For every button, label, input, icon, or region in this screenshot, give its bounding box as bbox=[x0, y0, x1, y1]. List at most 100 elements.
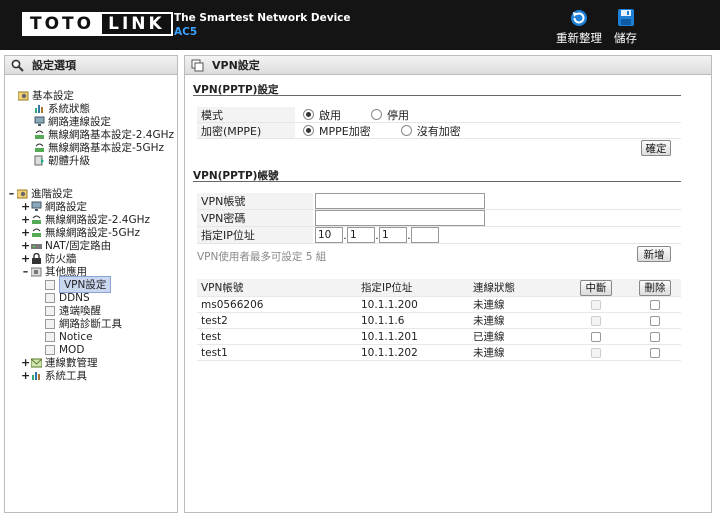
settings-folder-icon bbox=[18, 91, 29, 101]
main-header: VPN設定 bbox=[185, 56, 711, 75]
password-label: VPN密碼 bbox=[197, 210, 313, 226]
tree-item-notice[interactable]: Notice bbox=[45, 330, 93, 343]
mode-enable-radio[interactable]: 啟用 bbox=[303, 107, 341, 123]
wireless-icon bbox=[35, 143, 44, 152]
radio-selected[interactable] bbox=[303, 109, 314, 120]
bar-chart-icon bbox=[35, 105, 43, 113]
ip-octet-4[interactable] bbox=[411, 227, 439, 243]
refresh-label: 重新整理 bbox=[556, 31, 602, 45]
save-disk-icon bbox=[617, 9, 634, 26]
sidebar-title: 設定選項 bbox=[32, 59, 76, 72]
account-form: VPN帳號 VPN密碼 指定IP位址 10. 1. 1. bbox=[197, 193, 681, 244]
radio-selected[interactable] bbox=[303, 125, 314, 136]
expand-toggle[interactable]: + bbox=[21, 226, 30, 239]
max-users-note: VPN使用者最多可設定 5 組 bbox=[197, 251, 327, 263]
vpn-account-input[interactable] bbox=[315, 193, 485, 209]
logo-left: TOTO bbox=[22, 12, 103, 36]
delete-checkbox[interactable] bbox=[650, 315, 660, 326]
delete-checkbox[interactable] bbox=[650, 347, 660, 358]
ip-row: 指定IP位址 10. 1. 1. bbox=[197, 227, 681, 244]
leaf-icon bbox=[45, 331, 55, 342]
add-button[interactable]: 新增 bbox=[637, 246, 671, 262]
mail-envelope-icon bbox=[31, 358, 42, 368]
apps-folder-icon bbox=[31, 267, 42, 277]
disconnect-checkbox bbox=[591, 299, 601, 310]
pptp-settings-form: 模式 啟用 停用 加密(MPPE) MPPE加密 沒有加密 bbox=[197, 107, 681, 139]
table-header: VPN帳號 指定IP位址 連線狀態 中斷 刪除 bbox=[197, 279, 681, 297]
account-row: VPN帳號 bbox=[197, 193, 681, 210]
table-row: test 10.1.1.201 已連線 bbox=[197, 329, 681, 345]
logo-right: LINK bbox=[102, 12, 173, 36]
sidebar-header: 設定選項 bbox=[5, 56, 177, 75]
totolink-logo: TOTO LINK bbox=[22, 12, 173, 36]
leaf-icon bbox=[45, 279, 55, 290]
ip-octet-1[interactable]: 10 bbox=[315, 227, 343, 243]
table-row: test2 10.1.1.6 未連線 bbox=[197, 313, 681, 329]
mppe-encrypt-radio[interactable]: MPPE加密 bbox=[303, 123, 371, 139]
lock-icon bbox=[32, 253, 41, 264]
main-panel: VPN設定 VPN(PPTP)設定 模式 啟用 停用 加密(MPPE) MPPE… bbox=[184, 55, 712, 513]
disconnect-button[interactable]: 中斷 bbox=[580, 279, 612, 296]
mode-label: 模式 bbox=[197, 107, 295, 122]
disconnect-checkbox bbox=[591, 347, 601, 358]
search-magnifier-icon bbox=[11, 59, 24, 72]
radio-unselected[interactable] bbox=[400, 125, 412, 136]
vpn-accounts-table: VPN帳號 指定IP位址 連線狀態 中斷 刪除 ms0566206 10.1.1… bbox=[197, 279, 681, 361]
leaf-icon bbox=[45, 292, 55, 303]
refresh-icon bbox=[571, 10, 587, 26]
network-icon bbox=[34, 116, 45, 126]
sidebar: 設定選項 基本設定 系統狀態 網路連線設定 無線網路基本設定-2.4GHz 無線… bbox=[4, 55, 178, 513]
model-name: AC5 bbox=[174, 26, 198, 38]
network-icon bbox=[31, 201, 42, 211]
mode-disable-radio[interactable]: 停用 bbox=[371, 107, 409, 123]
page-title: VPN設定 bbox=[212, 59, 260, 72]
password-row: VPN密碼 bbox=[197, 210, 681, 227]
expand-toggle[interactable]: + bbox=[21, 239, 30, 252]
mode-row: 模式 啟用 停用 bbox=[197, 107, 681, 123]
vpn-password-input[interactable] bbox=[315, 210, 485, 226]
delete-checkbox[interactable] bbox=[650, 299, 660, 310]
encryption-row: 加密(MPPE) MPPE加密 沒有加密 bbox=[197, 123, 681, 139]
save-button[interactable]: 儲存 bbox=[614, 8, 637, 46]
collapse-toggle[interactable]: – bbox=[21, 265, 30, 278]
wireless-icon bbox=[32, 215, 41, 224]
no-encrypt-radio[interactable]: 沒有加密 bbox=[400, 123, 461, 139]
refresh-button[interactable]: 重新整理 bbox=[556, 8, 602, 46]
top-header: TOTO LINK The Smartest Network Device AC… bbox=[0, 0, 720, 50]
router-icon bbox=[31, 244, 42, 249]
wireless-icon bbox=[32, 228, 41, 237]
ip-octet-3[interactable]: 1 bbox=[379, 227, 407, 243]
tree-item-network-diagnostics[interactable]: 網路診斷工具 bbox=[45, 317, 122, 330]
tree-item-system-tools[interactable]: + 系統工具 bbox=[21, 369, 87, 382]
account-label: VPN帳號 bbox=[197, 193, 313, 209]
delete-button[interactable]: 刪除 bbox=[639, 279, 671, 296]
expand-toggle[interactable]: + bbox=[21, 369, 30, 382]
disconnect-checkbox bbox=[591, 315, 601, 326]
leaf-icon bbox=[45, 344, 55, 355]
section-divider bbox=[193, 181, 681, 182]
table-row: ms0566206 10.1.1.200 未連線 bbox=[197, 297, 681, 313]
encryption-label: 加密(MPPE) bbox=[197, 123, 295, 138]
tree-item-firmware-upgrade[interactable]: 韌體升級 bbox=[33, 154, 90, 167]
tree-item-vpn-settings[interactable]: VPN設定 bbox=[45, 276, 112, 293]
disconnect-checkbox[interactable] bbox=[591, 331, 601, 342]
ip-octet-2[interactable]: 1 bbox=[347, 227, 375, 243]
section-divider bbox=[193, 95, 681, 96]
collapse-toggle[interactable]: – bbox=[7, 187, 16, 200]
window-icon bbox=[191, 59, 204, 71]
expand-toggle[interactable]: + bbox=[21, 356, 30, 369]
expand-toggle[interactable]: + bbox=[21, 252, 30, 265]
bar-chart-icon bbox=[32, 372, 40, 380]
confirm-button[interactable]: 確定 bbox=[641, 140, 671, 156]
expand-toggle[interactable]: + bbox=[21, 213, 30, 226]
radio-unselected[interactable] bbox=[371, 109, 382, 120]
wireless-icon bbox=[35, 130, 44, 139]
save-label: 儲存 bbox=[614, 31, 637, 45]
firmware-icon bbox=[34, 155, 44, 166]
tagline: The Smartest Network Device bbox=[174, 12, 351, 24]
table-row: test1 10.1.1.202 未連線 bbox=[197, 345, 681, 361]
expand-toggle[interactable]: + bbox=[21, 200, 30, 213]
delete-checkbox[interactable] bbox=[650, 331, 660, 342]
advanced-folder-icon bbox=[17, 189, 28, 199]
leaf-icon bbox=[45, 305, 55, 316]
